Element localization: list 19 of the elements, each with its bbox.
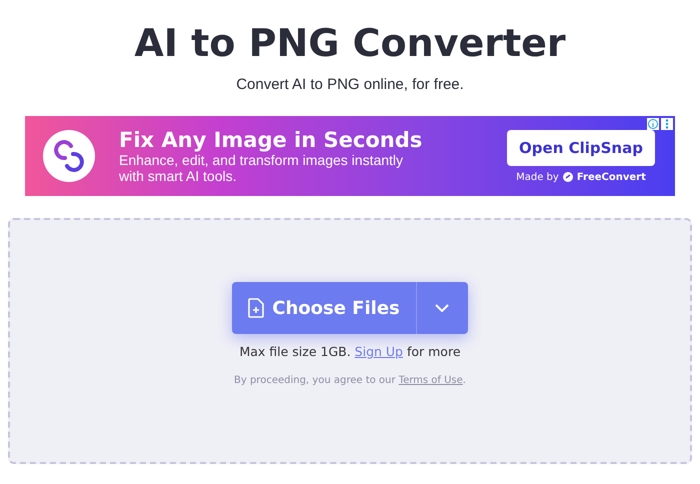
terms-note: By proceeding, you agree to our Terms of Use. bbox=[234, 375, 466, 386]
brand-icon bbox=[562, 172, 573, 182]
page-subtitle: Convert AI to PNG online, for free. bbox=[236, 76, 464, 93]
logo-icon bbox=[43, 130, 95, 182]
brand-name: FreeConvert bbox=[576, 172, 646, 182]
choose-files-button[interactable]: Choose Files bbox=[232, 282, 416, 334]
info-icon[interactable] bbox=[647, 118, 659, 130]
terms-link[interactable]: Terms of Use bbox=[398, 375, 463, 386]
made-by-label: Made by bbox=[516, 172, 559, 182]
sign-up-link[interactable]: Sign Up bbox=[354, 344, 403, 359]
ad-headline: Fix Any Image in Seconds bbox=[119, 128, 424, 152]
file-plus-icon bbox=[248, 298, 264, 318]
more-icon[interactable] bbox=[661, 118, 673, 130]
chevron-down-icon bbox=[435, 304, 450, 312]
page-title: AI to PNG Converter bbox=[134, 20, 566, 66]
drop-zone[interactable]: Choose Files Max file size 1GB. Sign Up for more By proceeding, you agree to our Terms of Use. bbox=[8, 218, 692, 464]
file-size-note: Max file size 1GB. Sign Up for more bbox=[239, 344, 461, 359]
open-clipsnap-button[interactable]: Open ClipSnap bbox=[507, 130, 655, 166]
ad-text: Enhance, edit, and transform images instantly with smart AI tools. bbox=[119, 152, 404, 184]
